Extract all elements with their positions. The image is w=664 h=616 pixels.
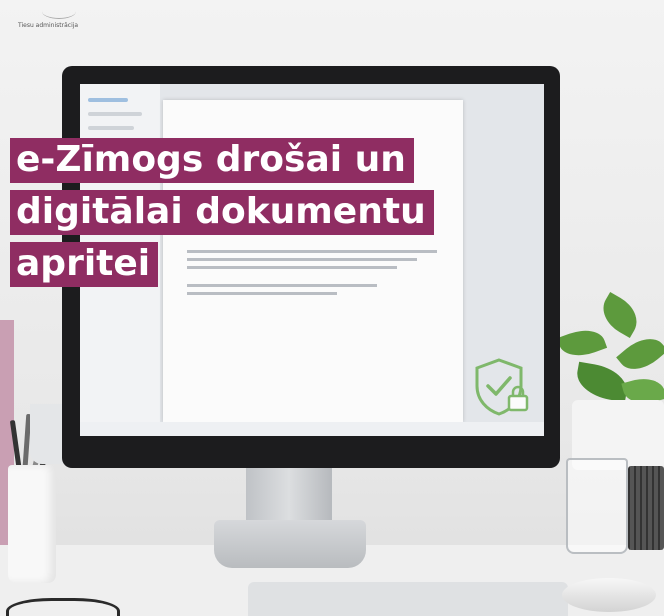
pencil-cup [8,465,56,583]
headline-line-3: apritei [10,242,159,287]
mouse [562,578,656,612]
headline-line-1: e-Zīmogs drošai un [10,138,414,183]
sidebar-item [88,98,128,102]
water-glass [566,458,628,554]
sidebar-item [88,112,142,116]
screen-taskbar [80,422,544,436]
keyboard [248,582,568,616]
mesh-basket [628,466,664,550]
headline-line-2: digitālai dokumentu [10,190,434,235]
sidebar-item [88,126,134,130]
shield-check-lock-icon [475,358,529,416]
eyeglasses [6,598,120,616]
photo-scene: Tiesu administrācija e-Zīmogs drošai un … [0,0,664,616]
headline: e-Zīmogs drošai un digitālai dokumentu a… [10,138,434,294]
monitor-stand-base [214,520,366,568]
org-logo-icon [42,4,76,19]
monitor-stand-neck [246,464,332,524]
org-label: Tiesu administrācija [18,22,79,29]
